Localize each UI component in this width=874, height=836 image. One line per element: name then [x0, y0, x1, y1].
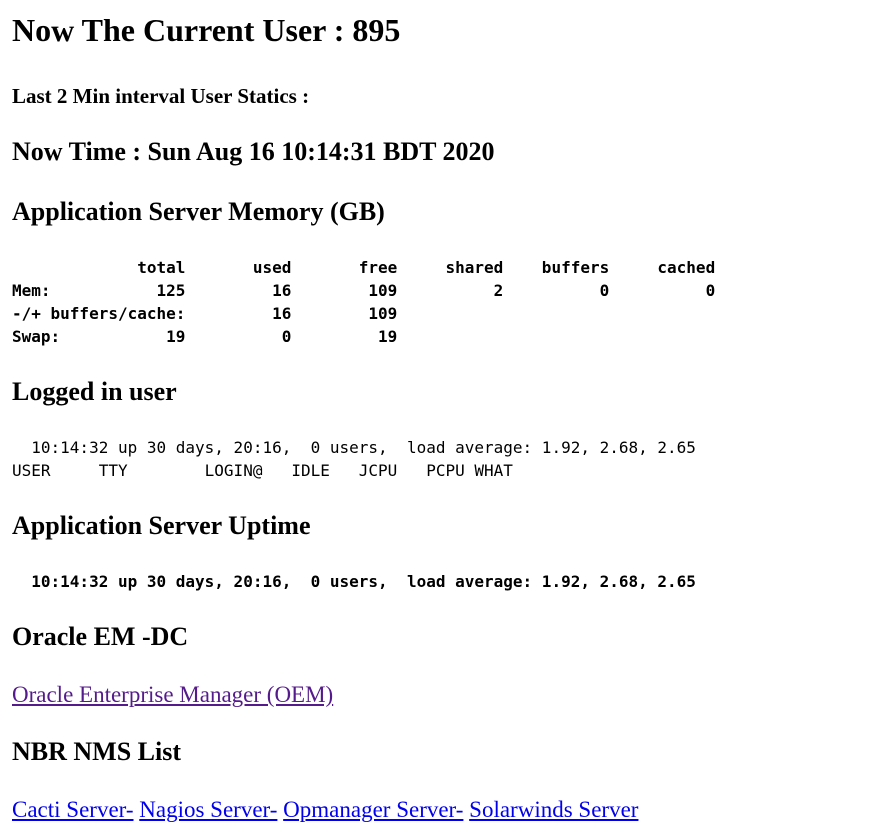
uptime-heading: Application Server Uptime: [12, 511, 311, 540]
now-time-heading: Now Time : Sun Aug 16 10:14:31 BDT 2020: [12, 137, 495, 166]
interval-stats-heading: Last 2 Min interval User Statics :: [12, 84, 310, 108]
solarwinds-server-link[interactable]: Solarwinds Server: [469, 797, 638, 822]
nms-link-list: Cacti Server- Nagios Server- Opmanager S…: [12, 797, 638, 823]
memory-output: total used free shared buffers cached Me…: [12, 258, 716, 346]
current-user-heading: Now The Current User : 895: [12, 12, 401, 48]
nms-heading: NBR NMS List: [12, 737, 182, 766]
oem-link[interactable]: Oracle Enterprise Manager (OEM): [12, 682, 333, 707]
uptime-output: 10:14:32 up 30 days, 20:16, 0 users, loa…: [12, 572, 696, 591]
oracle-heading: Oracle EM -DC: [12, 622, 189, 651]
cacti-server-link[interactable]: Cacti Server-: [12, 797, 134, 822]
memory-heading: Application Server Memory (GB): [12, 197, 385, 226]
logged-in-output: 10:14:32 up 30 days, 20:16, 0 users, loa…: [12, 438, 696, 480]
nagios-server-link[interactable]: Nagios Server-: [139, 797, 277, 822]
logged-in-heading: Logged in user: [12, 377, 177, 406]
opmanager-server-link[interactable]: Opmanager Server-: [283, 797, 463, 822]
